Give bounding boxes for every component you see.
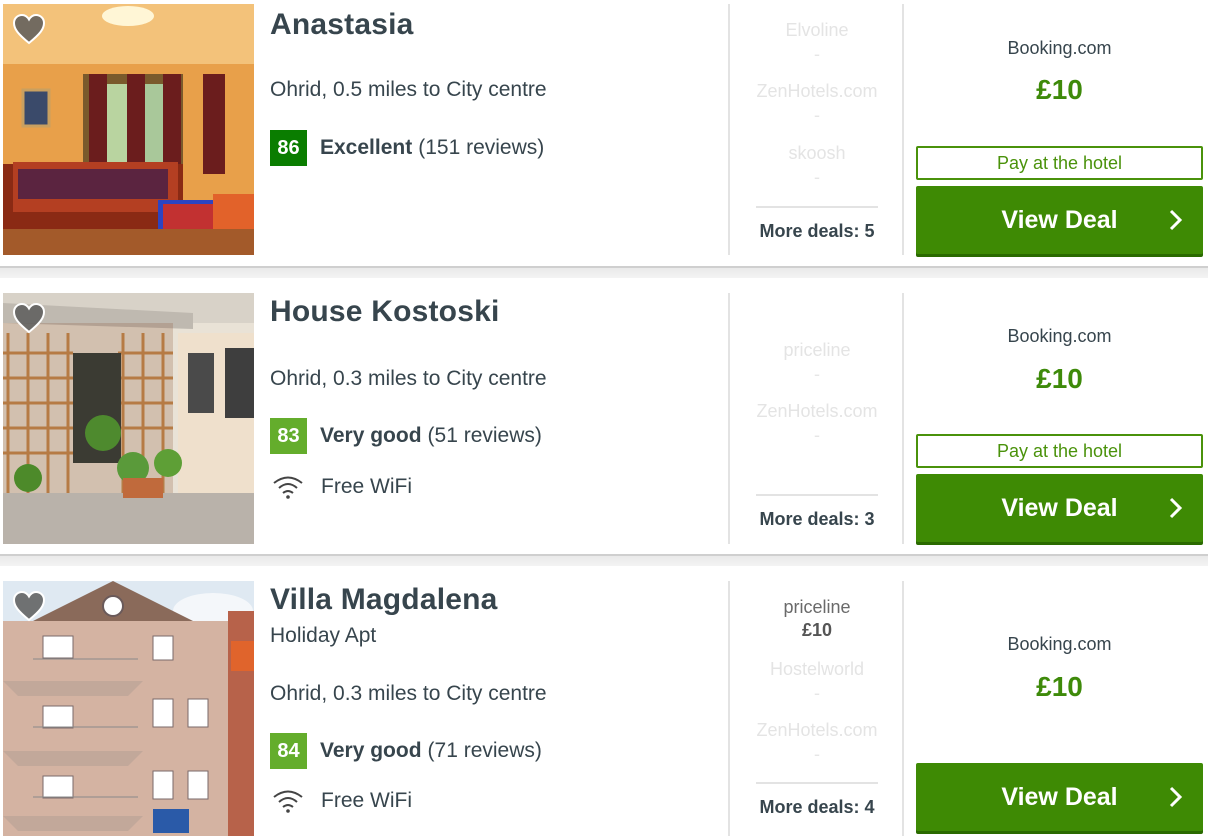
best-deal-site[interactable]: Booking.com: [916, 326, 1203, 347]
favorite-heart-icon[interactable]: [12, 13, 46, 45]
best-deal-site[interactable]: Booking.com: [916, 38, 1203, 59]
amenity-wifi: Free WiFi: [272, 786, 412, 816]
chevron-right-icon: [1169, 497, 1183, 519]
deal-provider[interactable]: Elvoline: [732, 20, 902, 41]
review-count[interactable]: (151 reviews): [418, 136, 544, 160]
best-deal-site[interactable]: Booking.com: [916, 634, 1203, 655]
best-deal-price[interactable]: £10: [916, 671, 1203, 703]
other-deals: Elvoline - ZenHotels.com - skoosh - More…: [732, 4, 902, 255]
deal-price: -: [814, 44, 820, 64]
rating-score-badge: 84: [270, 733, 307, 769]
amenity-label: Free WiFi: [321, 475, 412, 498]
hotel-card: House Kostoski Ohrid, 0.3 miles to City …: [0, 278, 1208, 554]
hotel-name[interactable]: Anastasia: [270, 8, 414, 42]
amenity-label: Free WiFi: [321, 789, 412, 812]
divider: [756, 782, 878, 784]
view-deal-button[interactable]: View Deal: [916, 186, 1203, 254]
hotel-location: Ohrid, 0.5 miles to City centre: [270, 78, 547, 101]
view-deal-button[interactable]: View Deal: [916, 474, 1203, 542]
deal-price: -: [814, 167, 820, 187]
view-deal-label: View Deal: [1001, 782, 1118, 811]
pay-at-hotel-badge: Pay at the hotel: [916, 146, 1203, 180]
deal-provider[interactable]: priceline: [732, 597, 902, 618]
best-deal-price[interactable]: £10: [916, 74, 1203, 106]
rating: 83 Very good (51 reviews): [270, 418, 542, 454]
deal-provider[interactable]: ZenHotels.com: [732, 720, 902, 741]
review-count[interactable]: (71 reviews): [428, 739, 542, 763]
other-deals: priceline - ZenHotels.com - More deals: …: [732, 293, 902, 544]
divider: [902, 293, 904, 544]
deal-price: -: [814, 744, 820, 764]
deal-provider[interactable]: priceline: [732, 340, 902, 361]
best-deal-price[interactable]: £10: [916, 363, 1203, 395]
rating-score-badge: 83: [270, 418, 307, 454]
wifi-icon: [273, 476, 303, 499]
chevron-right-icon: [1169, 209, 1183, 231]
deal-provider[interactable]: Hostelworld: [732, 659, 902, 680]
divider: [756, 206, 878, 208]
hotel-card: Villa Magdalena Holiday Apt Ohrid, 0.3 m…: [0, 566, 1208, 836]
view-deal-label: View Deal: [1001, 493, 1118, 522]
rating-label: Very good: [320, 739, 422, 762]
wifi-icon: [273, 790, 303, 813]
more-deals-link[interactable]: More deals: 3: [732, 509, 902, 530]
best-deal: Booking.com £10 View Deal: [916, 581, 1203, 836]
divider: [902, 4, 904, 255]
rating-label: Very good: [320, 424, 422, 447]
divider: [902, 581, 904, 836]
divider: [728, 4, 730, 255]
divider: [756, 494, 878, 496]
favorite-heart-icon[interactable]: [12, 590, 46, 622]
deal-price: -: [814, 425, 820, 445]
amenity-wifi: Free WiFi: [272, 472, 412, 502]
pay-at-hotel-badge: Pay at the hotel: [916, 434, 1203, 468]
hotel-photo[interactable]: [3, 4, 254, 255]
hotel-photo[interactable]: [3, 293, 254, 544]
deal-price: -: [814, 105, 820, 125]
deal-provider[interactable]: ZenHotels.com: [732, 81, 902, 102]
hotel-location: Ohrid, 0.3 miles to City centre: [270, 367, 547, 390]
deal-price: -: [814, 683, 820, 703]
rating: 84 Very good (71 reviews): [270, 733, 542, 769]
divider: [728, 581, 730, 836]
deal-provider[interactable]: ZenHotels.com: [732, 401, 902, 422]
favorite-heart-icon[interactable]: [12, 302, 46, 334]
review-count[interactable]: (51 reviews): [428, 424, 542, 448]
rating-score-badge: 86: [270, 130, 307, 166]
view-deal-label: View Deal: [1001, 205, 1118, 234]
other-deals: priceline £10 Hostelworld - ZenHotels.co…: [732, 581, 902, 836]
chevron-right-icon: [1169, 786, 1183, 808]
divider: [728, 293, 730, 544]
rating-label: Excellent: [320, 136, 413, 159]
hotel-photo[interactable]: [3, 581, 254, 836]
card-separator: [0, 554, 1208, 566]
hotel-name[interactable]: House Kostoski: [270, 295, 500, 329]
rating: 86 Excellent (151 reviews): [270, 130, 544, 166]
view-deal-button[interactable]: View Deal: [916, 763, 1203, 831]
deal-price: -: [814, 364, 820, 384]
hotel-card: Anastasia Ohrid, 0.5 miles to City centr…: [0, 4, 1208, 268]
property-type: Holiday Apt: [270, 624, 377, 647]
deal-price[interactable]: £10: [732, 620, 902, 641]
more-deals-link[interactable]: More deals: 5: [732, 221, 902, 242]
hotel-location: Ohrid, 0.3 miles to City centre: [270, 682, 547, 705]
hotel-name[interactable]: Villa Magdalena: [270, 583, 498, 617]
more-deals-link[interactable]: More deals: 4: [732, 797, 902, 818]
best-deal: Booking.com £10 Pay at the hotel View De…: [916, 4, 1203, 255]
card-separator: [0, 266, 1208, 278]
best-deal: Booking.com £10 Pay at the hotel View De…: [916, 293, 1203, 544]
deal-provider[interactable]: skoosh: [732, 143, 902, 164]
